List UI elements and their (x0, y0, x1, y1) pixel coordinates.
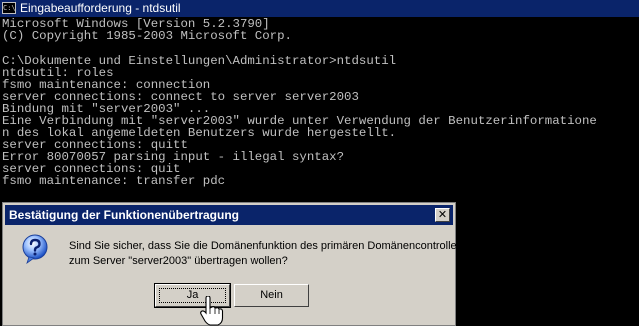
confirmation-dialog: Bestätigung der Funktionenübertragung ✕ … (2, 202, 460, 326)
console-icon[interactable]: C:\ (2, 2, 16, 14)
no-button[interactable]: Nein (234, 284, 309, 307)
dialog-title: Bestätigung der Funktionenübertragung (9, 208, 239, 222)
question-icon (22, 234, 48, 264)
dialog-message: Sind Sie sicher, dass Sie die Domänenfun… (69, 239, 460, 268)
window-titlebar[interactable]: C:\ Eingabeaufforderung - ntdsutil (0, 0, 639, 17)
console-line: (C) Copyright 1985-2003 Microsoft Corp. (2, 29, 292, 43)
console-line: fsmo maintenance: transfer pdc (2, 174, 226, 188)
message-line: zum Server "server2003" übertragen wolle… (69, 254, 288, 267)
message-line: Sind Sie sicher, dass Sie die Domänenfun… (69, 240, 461, 252)
hand-cursor-icon (200, 296, 224, 326)
window-title: Eingabeaufforderung - ntdsutil (20, 1, 181, 15)
no-button-label: Nein (260, 289, 283, 301)
close-button[interactable]: ✕ (435, 208, 450, 222)
yes-button-label: Ja (186, 289, 199, 301)
dialog-titlebar[interactable]: Bestätigung der Funktionenübertragung ✕ (5, 205, 453, 225)
